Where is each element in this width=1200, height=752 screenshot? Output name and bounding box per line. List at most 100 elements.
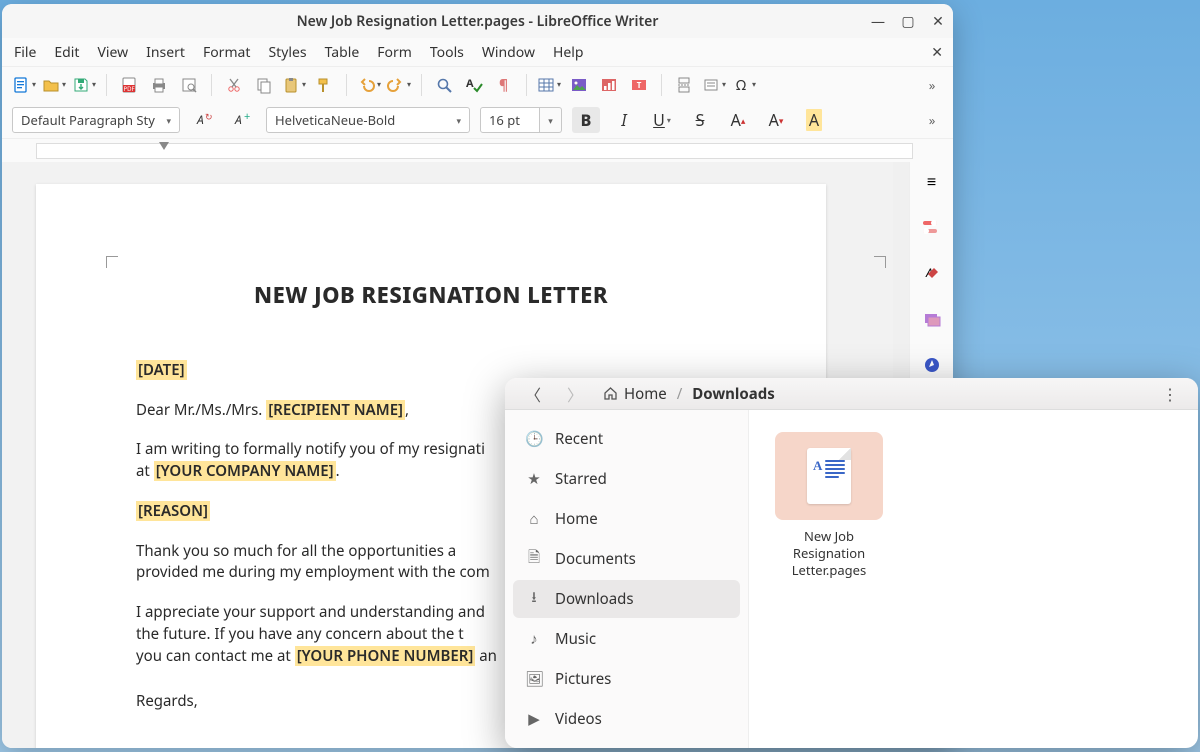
file-thumbnail: A — [775, 432, 883, 520]
open-icon[interactable] — [42, 73, 66, 97]
new-icon[interactable] — [12, 73, 36, 97]
breadcrumb-home[interactable]: Home — [603, 384, 667, 404]
horizontal-ruler[interactable] — [2, 138, 953, 162]
pagebreak-icon[interactable] — [672, 73, 696, 97]
back-button[interactable]: 〈 — [519, 380, 547, 408]
chevron-down-icon: ▾ — [456, 114, 461, 127]
formatbar-overflow-button[interactable]: » — [921, 111, 943, 129]
undo-icon[interactable] — [357, 73, 381, 97]
pictures-icon: 🖼 — [525, 669, 543, 689]
spell-icon[interactable]: A — [462, 73, 486, 97]
menubar: File Edit View Insert Format Styles Tabl… — [2, 38, 953, 66]
menu-edit[interactable]: Edit — [54, 43, 79, 62]
clone-format-icon[interactable] — [312, 73, 336, 97]
copy-icon[interactable] — [252, 73, 276, 97]
find-icon[interactable] — [432, 73, 456, 97]
field-icon[interactable] — [702, 73, 726, 97]
sidebar-item-videos[interactable]: ▶Videos — [513, 700, 740, 738]
highlight-button[interactable]: A — [800, 107, 828, 133]
superscript-button[interactable]: A▴ — [724, 107, 752, 133]
subscript-button[interactable]: A▾ — [762, 107, 790, 133]
sidebar-item-starred[interactable]: ★Starred — [513, 460, 740, 498]
toolbar-overflow-button[interactable]: » — [921, 76, 943, 94]
pdf-icon[interactable]: PDF — [117, 73, 141, 97]
window-controls: — ▢ ✕ — [871, 4, 945, 38]
minimize-button[interactable]: — — [871, 12, 885, 31]
svg-text:A: A — [466, 76, 474, 91]
paragraph-style-combo[interactable]: Default Paragraph Sty ▾ — [12, 107, 180, 133]
svg-text:¶: ¶ — [499, 76, 508, 94]
close-document-button[interactable]: ✕ — [931, 43, 943, 62]
breadcrumb: Home / Downloads — [603, 384, 775, 404]
table-icon[interactable] — [537, 73, 561, 97]
strike-button[interactable]: S — [686, 107, 714, 133]
chart-icon[interactable] — [597, 73, 621, 97]
font-name-combo[interactable]: HelveticaNeue-Bold ▾ — [266, 107, 470, 133]
music-icon: ♪ — [525, 629, 543, 649]
menu-table[interactable]: Table — [325, 43, 360, 62]
documents-icon: 🗎 — [525, 547, 543, 572]
navigator-icon[interactable] — [919, 352, 945, 378]
sidebar-item-documents[interactable]: 🗎Documents — [513, 540, 740, 578]
formatting-toolbar: Default Paragraph Sty ▾ A↻ A+ HelveticaN… — [2, 102, 953, 138]
forward-button[interactable]: 〉 — [561, 380, 589, 408]
special-char-icon[interactable]: Ω — [732, 73, 756, 97]
chevron-down-icon: ▾ — [166, 114, 171, 127]
svg-text:A: A — [196, 111, 204, 128]
printpreview-icon[interactable] — [177, 73, 201, 97]
sidebar-item-downloads[interactable]: ⭳Downloads — [513, 580, 740, 618]
menu-file[interactable]: File — [14, 43, 36, 62]
sidebar-item-pictures[interactable]: 🖼Pictures — [513, 660, 740, 698]
files-content[interactable]: A New Job Resignation Letter.pages — [749, 410, 1198, 748]
margin-marker — [106, 256, 118, 268]
formatting-marks-icon[interactable]: ¶ — [492, 73, 516, 97]
menu-window[interactable]: Window — [482, 43, 535, 62]
gallery-icon[interactable] — [919, 306, 945, 332]
menu-insert[interactable]: Insert — [146, 43, 185, 62]
close-button[interactable]: ✕ — [931, 12, 945, 31]
sidebar-menu-icon[interactable]: ≡ — [919, 168, 945, 194]
sidebar-item-recent[interactable]: 🕒Recent — [513, 420, 740, 458]
redo-icon[interactable] — [387, 73, 411, 97]
new-style-icon[interactable]: A+ — [228, 107, 256, 133]
maximize-button[interactable]: ▢ — [901, 12, 915, 31]
menu-help[interactable]: Help — [553, 43, 584, 62]
styles-icon[interactable]: A — [919, 260, 945, 286]
properties-icon[interactable] — [919, 214, 945, 240]
sidebar-item-music[interactable]: ♪Music — [513, 620, 740, 658]
image-icon[interactable] — [567, 73, 591, 97]
print-icon[interactable] — [147, 73, 171, 97]
hamburger-menu-button[interactable]: ⋮ — [1156, 380, 1184, 408]
sidebar-item-home[interactable]: ⌂Home — [513, 500, 740, 538]
svg-text:Ω: Ω — [736, 76, 746, 94]
menu-form[interactable]: Form — [377, 43, 412, 62]
bold-button[interactable]: B — [572, 107, 600, 133]
font-size-combo[interactable]: 16 pt — [480, 107, 540, 133]
margin-marker — [874, 256, 886, 268]
standard-toolbar: PDF A ¶ T Ω » — [2, 66, 953, 102]
paste-icon[interactable] — [282, 73, 306, 97]
svg-text:+: + — [244, 111, 250, 124]
file-tile[interactable]: A New Job Resignation Letter.pages — [771, 432, 887, 579]
clock-icon: 🕒 — [525, 429, 543, 449]
font-size-chevron[interactable]: ▾ — [540, 107, 562, 133]
font-size-value: 16 pt — [489, 111, 520, 129]
menu-tools[interactable]: Tools — [430, 43, 464, 62]
save-icon[interactable] — [72, 73, 96, 97]
menu-view[interactable]: View — [97, 43, 128, 62]
menu-format[interactable]: Format — [203, 43, 251, 62]
breadcrumb-current[interactable]: Downloads — [692, 384, 775, 404]
videos-icon: ▶ — [525, 709, 543, 729]
breadcrumb-separator: / — [677, 384, 683, 404]
italic-button[interactable]: I — [610, 107, 638, 133]
underline-button[interactable]: U▾ — [648, 107, 676, 133]
textbox-icon[interactable]: T — [627, 73, 651, 97]
menu-styles[interactable]: Styles — [268, 43, 306, 62]
font-name-value: HelveticaNeue-Bold — [275, 111, 395, 129]
files-header: 〈 〉 Home / Downloads ⋮ — [505, 378, 1198, 410]
svg-text:↻: ↻ — [205, 111, 213, 123]
home-icon: ⌂ — [525, 509, 543, 529]
update-style-icon[interactable]: A↻ — [190, 107, 218, 133]
cut-icon[interactable] — [222, 73, 246, 97]
file-name: New Job Resignation Letter.pages — [771, 528, 887, 579]
